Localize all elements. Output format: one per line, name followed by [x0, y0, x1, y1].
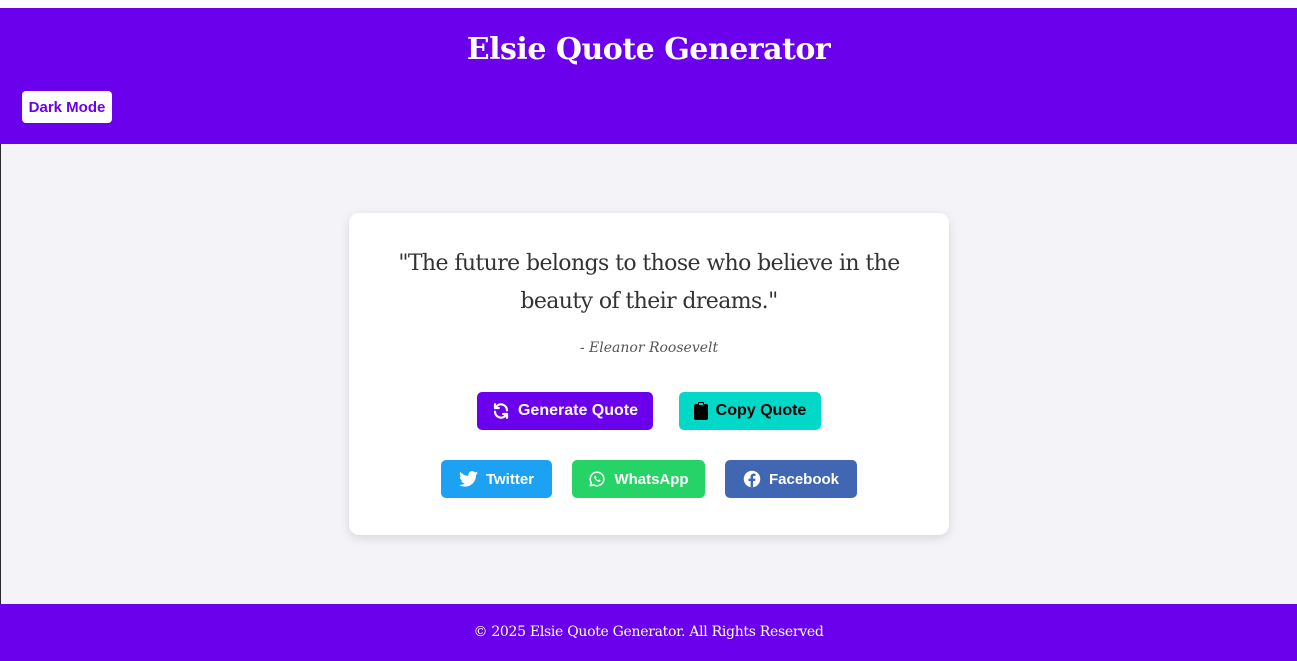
twitter-icon [458, 471, 478, 487]
generate-quote-button[interactable]: Generate Quote [477, 392, 653, 430]
left-edge-line [0, 144, 1, 604]
refresh-icon [492, 402, 510, 420]
whatsapp-share-button[interactable]: WhatsApp [572, 460, 705, 498]
quote-text: "The future belongs to those who believe… [398, 251, 900, 314]
quote-card: "The future belongs to those who believe… [349, 213, 949, 535]
facebook-share-button[interactable]: Facebook [725, 460, 857, 498]
footer-copyright: © 2025 Elsie Quote Generator. All Rights… [473, 624, 824, 640]
copy-quote-label: Copy Quote [715, 402, 807, 419]
quote-author: - Eleanor Roosevelt [579, 340, 719, 356]
site-footer: © 2025 Elsie Quote Generator. All Rights… [0, 604, 1297, 661]
twitter-share-button[interactable]: Twitter [441, 460, 552, 498]
generate-quote-label: Generate Quote [517, 402, 639, 419]
whatsapp-icon [588, 470, 606, 488]
site-header: Elsie Quote Generator Dark Mode [0, 8, 1297, 144]
twitter-label: Twitter [485, 470, 535, 488]
facebook-icon [743, 470, 761, 488]
site-title: Elsie Quote Generator [466, 32, 831, 67]
facebook-label: Facebook [768, 470, 840, 488]
copy-quote-button[interactable]: Copy Quote [679, 392, 821, 430]
dark-mode-button[interactable]: Dark Mode [22, 91, 112, 123]
whatsapp-label: WhatsApp [614, 470, 689, 488]
clipboard-icon [693, 402, 708, 420]
top-strip [0, 0, 1297, 8]
